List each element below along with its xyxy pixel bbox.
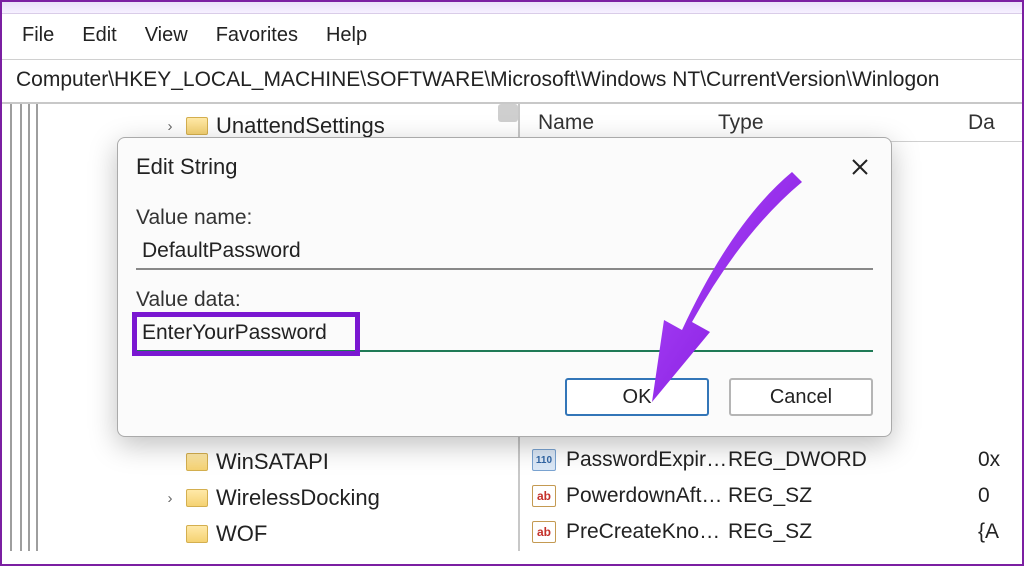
table-row[interactable]: 110 PasswordExpiry… REG_DWORD 0x [520, 442, 1022, 478]
column-name[interactable]: Name [520, 111, 718, 135]
address-bar[interactable]: Computer\HKEY_LOCAL_MACHINE\SOFTWARE\Mic… [2, 60, 1022, 104]
tree-item-wof[interactable]: WOF [2, 516, 518, 551]
folder-icon [186, 489, 208, 507]
menubar: File Edit View Favorites Help [2, 14, 1022, 60]
column-data[interactable]: Da [968, 111, 1022, 135]
value-data: {A [978, 520, 1022, 544]
menu-help[interactable]: Help [326, 24, 367, 47]
value-name: PowerdownAfter… [566, 484, 728, 508]
value-type: REG_DWORD [728, 448, 978, 472]
tree-item-winsatapi[interactable]: WinSATAPI [2, 444, 518, 480]
menu-file[interactable]: File [22, 24, 54, 47]
chevron-right-icon[interactable]: › [162, 118, 178, 135]
reg-dword-icon: 110 [532, 449, 556, 471]
value-data: 0x [978, 448, 1022, 472]
tree-scrollbar-thumb[interactable] [498, 104, 518, 122]
value-type: REG_SZ [728, 484, 978, 508]
folder-icon [186, 525, 208, 543]
reg-sz-icon: ab [532, 521, 556, 543]
value-name-field[interactable] [136, 234, 873, 270]
tree-item-label: WinSATAPI [216, 449, 329, 475]
tree-item-label: UnattendSettings [216, 113, 385, 139]
value-type: REG_SZ [728, 520, 978, 544]
value-name: PreCreateKnown… [566, 520, 728, 544]
tree-item-label: WirelessDocking [216, 485, 380, 511]
table-row[interactable]: ab PreCreateKnown… REG_SZ {A [520, 514, 1022, 550]
menu-view[interactable]: View [145, 24, 188, 47]
close-icon[interactable] [843, 150, 877, 184]
menu-edit[interactable]: Edit [82, 24, 116, 47]
edit-string-dialog: Edit String Value name: Value data: OK C… [117, 137, 892, 437]
table-row[interactable]: ab PowerdownAfter… REG_SZ 0 [520, 478, 1022, 514]
reg-sz-icon: ab [532, 485, 556, 507]
tree-item-label: WOF [216, 521, 267, 547]
chevron-right-icon[interactable]: › [162, 490, 178, 507]
ok-button[interactable]: OK [565, 378, 709, 416]
dialog-title: Edit String [136, 154, 238, 180]
value-data-field[interactable] [136, 316, 873, 352]
folder-icon [186, 453, 208, 471]
menu-favorites[interactable]: Favorites [216, 24, 298, 47]
tree-item-wirelessdocking[interactable]: › WirelessDocking [2, 480, 518, 516]
value-data-label: Value data: [136, 288, 873, 312]
value-data: 0 [978, 484, 1022, 508]
value-name-label: Value name: [136, 206, 873, 230]
dialog-titlebar: Edit String [118, 138, 891, 192]
tree-guide-lines [10, 104, 46, 551]
table-row[interactable]: ab ReportBootOk REG_SZ 1 [520, 550, 1022, 551]
window-titlebar-edge [2, 2, 1022, 14]
folder-icon [186, 117, 208, 135]
value-name: PasswordExpiry… [566, 448, 728, 472]
cancel-button[interactable]: Cancel [729, 378, 873, 416]
column-type[interactable]: Type [718, 111, 968, 135]
